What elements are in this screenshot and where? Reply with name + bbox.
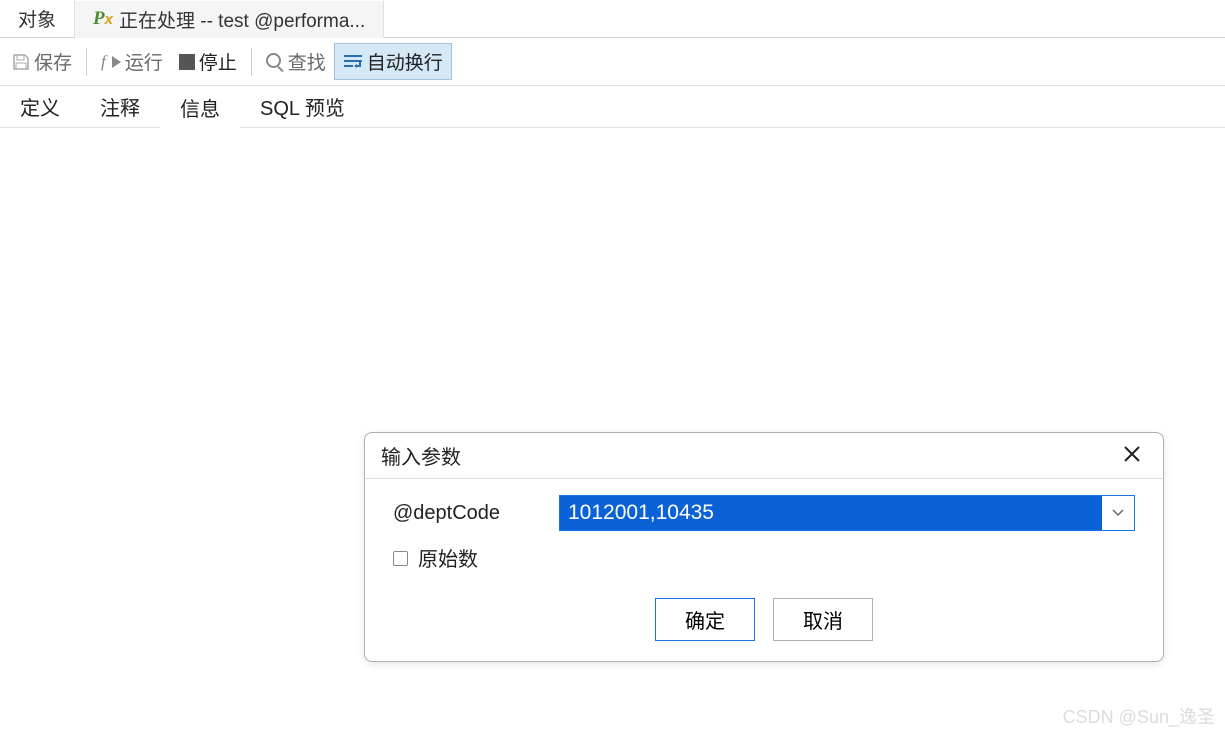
stop-button[interactable]: 停止 <box>171 44 245 79</box>
param-label: @deptCode <box>393 502 543 525</box>
function-icon: f <box>101 52 106 72</box>
subtab-info[interactable]: 信息 <box>160 87 240 128</box>
tab-processing[interactable]: Px 正在处理 -- test @performa... <box>75 1 384 38</box>
sub-tabs: 定义 注释 信息 SQL 预览 <box>0 86 1225 128</box>
wrap-toggle[interactable]: 自动换行 <box>334 43 452 80</box>
stop-icon <box>179 54 195 70</box>
cancel-button[interactable]: 取消 <box>773 598 873 641</box>
button-label: 保存 <box>34 48 72 75</box>
procedure-icon: Px <box>93 8 113 30</box>
dialog-footer: 确定 取消 <box>365 584 1163 661</box>
tab-label: 对象 <box>18 5 56 32</box>
button-label: 停止 <box>199 48 237 75</box>
wrap-icon <box>343 53 363 71</box>
raw-checkbox-row[interactable]: 原始数 <box>393 543 1135 572</box>
ok-button[interactable]: 确定 <box>655 598 755 641</box>
save-icon <box>12 53 30 71</box>
button-label: 运行 <box>125 48 163 75</box>
separator <box>86 48 87 76</box>
document-tabs: 对象 Px 正在处理 -- test @performa... <box>0 0 1225 38</box>
dialog-header: 输入参数 <box>365 433 1163 479</box>
find-button[interactable]: 查找 <box>258 44 334 79</box>
close-icon <box>1123 445 1141 463</box>
checkbox-label: 原始数 <box>418 543 478 572</box>
dialog-title: 输入参数 <box>381 441 461 470</box>
deptcode-value[interactable]: 1012001,10435 <box>560 496 1102 530</box>
close-button[interactable] <box>1117 443 1147 469</box>
save-button[interactable]: 保存 <box>4 44 80 79</box>
subtab-comment[interactable]: 注释 <box>80 86 160 127</box>
deptcode-combobox[interactable]: 1012001,10435 <box>559 495 1135 531</box>
dialog-body: @deptCode 1012001,10435 原始数 <box>365 479 1163 584</box>
search-icon <box>266 53 284 71</box>
subtab-definition[interactable]: 定义 <box>0 86 80 127</box>
button-label: 自动换行 <box>367 48 443 75</box>
checkbox-icon[interactable] <box>393 551 408 566</box>
subtab-sqlpreview[interactable]: SQL 预览 <box>240 86 365 127</box>
param-row: @deptCode 1012001,10435 <box>393 495 1135 531</box>
play-icon <box>112 56 121 68</box>
input-params-dialog: 输入参数 @deptCode 1012001,10435 原始数 确定 取消 <box>364 432 1164 662</box>
run-button[interactable]: f 运行 <box>93 44 171 79</box>
toolbar: 保存 f 运行 停止 查找 自动换行 <box>0 38 1225 86</box>
watermark: CSDN @Sun_逸圣 <box>1063 703 1215 729</box>
chevron-down-icon[interactable] <box>1102 504 1134 522</box>
tab-label: 正在处理 -- test @performa... <box>119 6 365 33</box>
button-label: 查找 <box>288 48 326 75</box>
tab-object[interactable]: 对象 <box>0 0 75 37</box>
separator <box>251 48 252 76</box>
